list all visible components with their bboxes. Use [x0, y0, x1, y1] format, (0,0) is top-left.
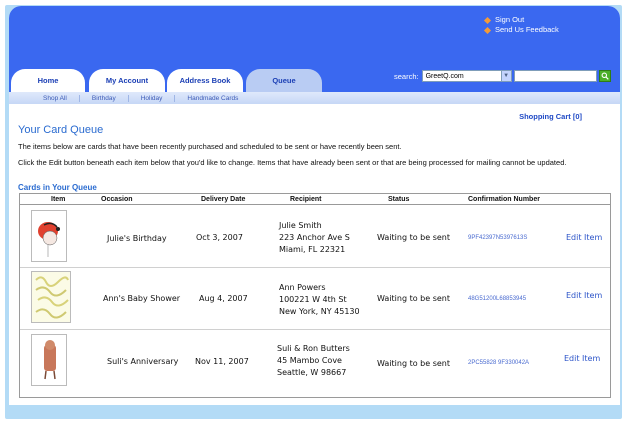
anniversary-card-image	[44, 340, 56, 380]
bullet-icon	[483, 16, 492, 24]
search-bar: search: GreetQ.com ▼	[394, 69, 611, 83]
occasion: Ann's Baby Shower	[103, 294, 181, 303]
delivery-date: Oct 3, 2007	[196, 233, 243, 242]
edit-item-link[interactable]: Edit Item	[566, 291, 602, 300]
search-scope-select[interactable]: GreetQ.com ▼	[421, 70, 512, 82]
search-input[interactable]	[513, 70, 597, 82]
delivery-date: Nov 11, 2007	[195, 357, 249, 366]
page-title: Your Card Queue	[18, 124, 104, 136]
col-occasion: Occasion	[101, 196, 133, 203]
header: Sign Out Send Us Feedback Home My Accoun…	[9, 6, 620, 92]
delivery-date: Aug 4, 2007	[199, 294, 248, 303]
status: Waiting to be sent	[377, 294, 450, 303]
confirmation-number: 9PF42397N5397613S	[468, 235, 528, 241]
recipient-name: Suli & Ron Butters	[277, 344, 350, 353]
baby-shower-card-image	[32, 272, 70, 322]
sign-out-link[interactable]: Sign Out	[483, 15, 559, 25]
tab-queue[interactable]: Queue	[246, 69, 322, 92]
top-links: Sign Out Send Us Feedback	[483, 15, 559, 35]
status: Waiting to be sent	[377, 233, 450, 242]
tab-home[interactable]: Home	[11, 69, 85, 92]
col-item: Item	[51, 196, 66, 203]
recipient-street: 223 Anchor Ave S	[279, 233, 350, 242]
instructions-text: Click the Edit button beneath each item …	[18, 158, 567, 167]
table-row: Suli's Anniversary Nov 11, 2007 Suli & R…	[20, 330, 610, 392]
birthday-card-image	[38, 222, 60, 257]
col-status: Status	[388, 196, 410, 203]
table-row: Julie's Birthday Oct 3, 2007 Julie Smith…	[20, 206, 610, 268]
page-card: Sign Out Send Us Feedback Home My Accoun…	[9, 6, 620, 405]
recipient-city: Seattle, W 98667	[277, 368, 347, 377]
search-icon	[601, 72, 609, 80]
confirmation-number: 2PC55828 9F330042A	[468, 360, 530, 366]
shopping-cart-link[interactable]: Shopping Cart [0]	[519, 112, 582, 121]
subnav-shop-all[interactable]: Shop All	[31, 94, 80, 102]
recipient-city: New York, NY 45130	[279, 307, 360, 316]
recipient-street: 45 Mambo Cove	[277, 356, 342, 365]
bullet-icon	[483, 26, 492, 34]
tab-my-account[interactable]: My Account	[89, 69, 165, 92]
chevron-down-icon: ▼	[500, 71, 511, 81]
search-go-button[interactable]	[598, 70, 611, 82]
category-subnav: Shop All Birthday Holiday Handmade Cards	[9, 92, 620, 104]
confirmation-number: 48G51200L68853945	[468, 296, 527, 302]
table-header: Item Occasion Delivery Date Recipient St…	[20, 194, 610, 205]
col-confirmation: Confirmation Number	[468, 196, 540, 203]
recipient-name: Julie Smith	[279, 221, 322, 230]
search-label: search:	[394, 71, 419, 81]
subnav-birthday[interactable]: Birthday	[80, 94, 129, 102]
queue-table: Item Occasion Delivery Date Recipient St…	[19, 193, 611, 398]
col-recipient: Recipient	[290, 196, 322, 203]
occasion: Suli's Anniversary	[107, 357, 179, 366]
recipient-name: Ann Powers	[279, 283, 326, 292]
queue-heading: Cards in Your Queue	[18, 183, 97, 192]
edit-item-link[interactable]: Edit Item	[564, 354, 600, 363]
recipient-city: Miami, FL 22321	[279, 245, 346, 254]
tab-address-book[interactable]: Address Book	[167, 69, 243, 92]
col-delivery-date: Delivery Date	[201, 196, 246, 203]
table-row: Ann's Baby Shower Aug 4, 2007 Ann Powers…	[20, 268, 610, 330]
send-feedback-link[interactable]: Send Us Feedback	[483, 25, 559, 35]
status: Waiting to be sent	[377, 359, 450, 368]
intro-text: The items below are cards that have been…	[18, 142, 402, 151]
card-thumbnail[interactable]	[31, 271, 71, 323]
subnav-holiday[interactable]: Holiday	[129, 94, 176, 102]
card-thumbnail[interactable]	[31, 210, 67, 262]
card-thumbnail[interactable]	[31, 334, 67, 386]
edit-item-link[interactable]: Edit Item	[566, 233, 602, 242]
recipient-street: 100221 W 4th St	[279, 295, 347, 304]
subnav-handmade-cards[interactable]: Handmade Cards	[175, 95, 250, 102]
occasion: Julie's Birthday	[107, 234, 167, 243]
